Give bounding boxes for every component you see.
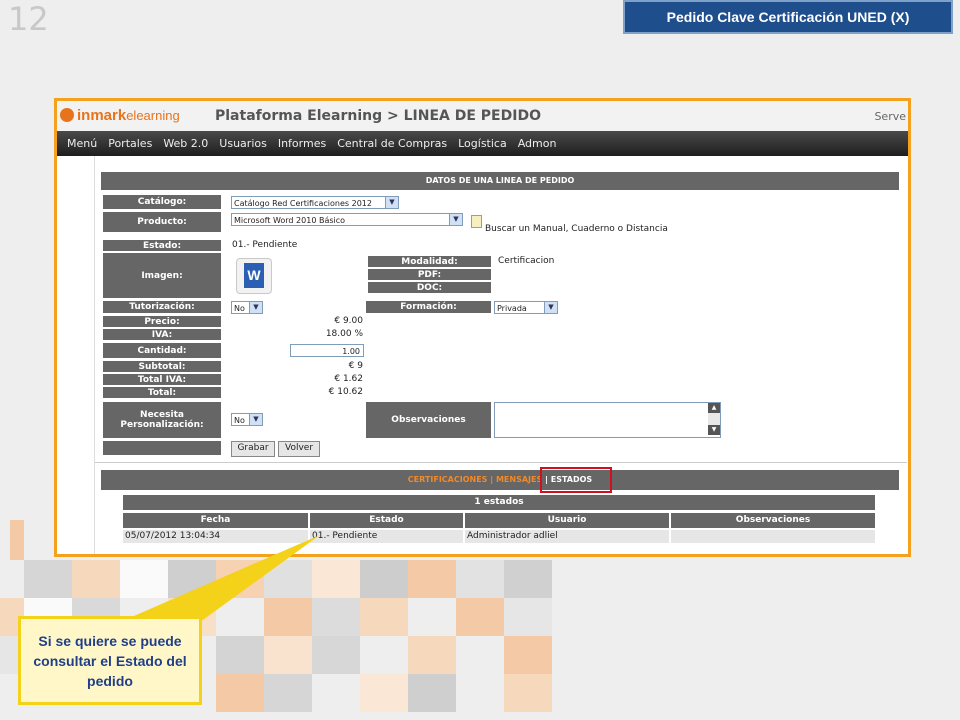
callout-box: Si se quiere se puede consultar el Estad…: [18, 616, 202, 705]
callout-pointer: [120, 535, 320, 622]
